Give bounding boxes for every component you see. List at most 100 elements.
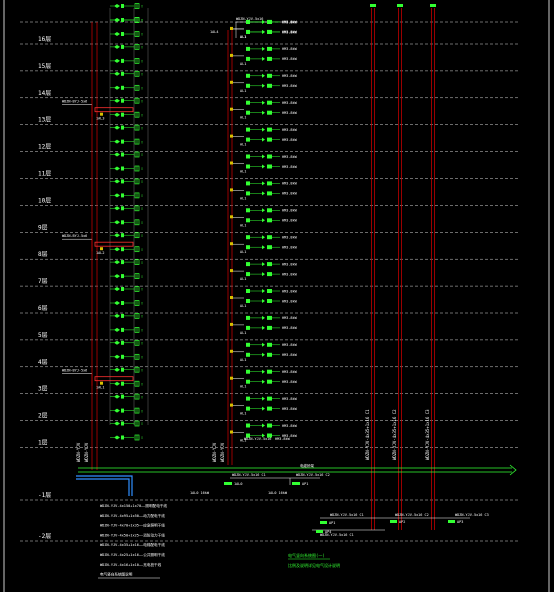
breaker-icon — [121, 98, 124, 103]
distribution-box-icon — [267, 396, 272, 401]
meter-box-icon — [114, 179, 120, 184]
breaker-icon — [121, 4, 124, 8]
breaker-icon — [230, 269, 233, 273]
distribution-box-icon — [267, 56, 272, 61]
distribution-box-icon — [267, 137, 272, 142]
left-floor-devices: ▯▯ — [110, 259, 143, 279]
breaker-icon — [121, 394, 124, 399]
device-label: ▯ — [141, 355, 143, 359]
middle-floor-devices: AL1 HM3.8kW HM3.8kW — [230, 342, 298, 362]
device-label: ▯ — [141, 45, 143, 49]
breaker-icon — [262, 245, 265, 250]
meter-box-icon — [246, 100, 250, 105]
distribution-box-icon — [292, 482, 300, 485]
meter-box-icon — [246, 245, 250, 250]
riser-label: WDZN-YJV-4x35+1x16 C2 — [392, 409, 397, 460]
meter-label: HM3.8kW — [282, 84, 298, 88]
meter-box-icon — [246, 262, 250, 267]
meter-box-icon — [114, 354, 120, 359]
device-label: ▯ — [141, 207, 143, 211]
device-label: ▯ — [141, 18, 143, 22]
distribution-box-icon — [267, 235, 272, 240]
distribution-box-icon — [267, 423, 272, 428]
breaker-icon — [121, 32, 124, 36]
box-label: 1AL4 — [210, 30, 218, 34]
legend-notes: WDZN-YJV-4x150+1x70——照明配电干线 WDZN-YJV-4x95… — [98, 503, 340, 579]
floor-label: 15层 — [38, 63, 51, 70]
breaker-icon — [230, 26, 233, 30]
left-riser-devices: ▯▯▯▯▯▯▯▯▯▯▯▯▯▯▯▯▯▯▯▯▯▯▯▯▯▯▯▯▯▯▯▯▯▯WDZN-B… — [62, 3, 143, 441]
cable-label: WDZN-YJV-5x16 C2 — [395, 513, 429, 517]
cable-label: WDZN-YJV-5x16 C1 — [232, 473, 266, 477]
breaker-icon — [262, 262, 265, 267]
cad-drawing-canvas[interactable]: 16层 15层 14层 13层 12层 11层 10层 9层 8层 7层 6层 5层 4层 3层 2层 1层 -… — [0, 0, 554, 592]
breaker-icon — [230, 188, 233, 192]
floor-label: 8层 — [38, 251, 48, 258]
breaker-icon — [262, 100, 265, 105]
meter-box-icon — [114, 206, 120, 211]
breaker-icon — [121, 327, 124, 332]
middle-floor-devices: AL1 HM3.8kW HM3.8kW — [230, 208, 298, 227]
legend-line: WDZN-YJV-4x35+1x16——电梯配电干线 — [100, 542, 165, 547]
meter-label: HM3.8kW — [282, 289, 298, 293]
box-label: AL1 — [240, 412, 246, 416]
meter-box-icon — [114, 193, 120, 198]
meter-box-icon — [114, 394, 120, 399]
breaker-icon — [230, 53, 233, 57]
breaker-icon — [121, 44, 124, 49]
meter-box-icon — [114, 408, 120, 413]
meter-label: HM3.8kW — [282, 397, 298, 401]
legend-line: WDZN-YJV-4x25+1x16——公共照明干线 — [100, 552, 165, 557]
cable-label: WDZN-YJV-5x16 C2 — [296, 473, 330, 477]
breaker-icon — [121, 435, 124, 440]
breaker-icon — [100, 381, 103, 385]
distribution-box-icon — [448, 520, 455, 523]
meter-box-icon — [114, 152, 120, 157]
meter-box-icon — [114, 421, 120, 426]
box-label: AL1 — [240, 358, 246, 362]
device-label: ▯ — [141, 126, 143, 130]
riser-lines: WDZN-YJV WDZN-YJV WDZN-YJV WDZN-YJV — [76, 8, 233, 470]
breaker-icon — [121, 260, 124, 265]
distribution-box-icon — [267, 100, 272, 105]
meter-label: HM3.8kW — [282, 57, 298, 61]
device-label: ▯ — [141, 32, 143, 36]
left-floor-devices: ▯▯ — [110, 393, 143, 414]
box-label: 1AL0 — [234, 482, 242, 486]
distribution-box-icon — [267, 289, 272, 293]
feeder-label: WDZN-YJV — [212, 442, 217, 462]
breaker-icon — [262, 235, 265, 240]
breaker-icon — [230, 430, 233, 434]
distribution-box-icon — [316, 530, 323, 533]
device-label: ▯ — [141, 436, 143, 440]
device-label: ▯ — [141, 247, 143, 251]
device-label: ▯ — [141, 72, 143, 76]
middle-floor-devices: AL1 HM3.8kW HM3.8kW — [230, 181, 298, 200]
middle-floor-devices: AL1 HM3.8kW HM3.8kW — [230, 127, 298, 147]
box-label: AL1 — [240, 196, 246, 200]
device-label: ▯ — [141, 140, 143, 144]
meter-box-icon — [246, 164, 250, 169]
feeder-label: WDZN-BYJ-5x6 — [62, 100, 87, 104]
distribution-box-icon — [267, 191, 272, 196]
meter-label: HM3.8kW — [282, 370, 298, 374]
legend-line: WDZN-YJV-4x16+1x10——充电桩干线 — [100, 562, 162, 567]
busbar-label: 电缆桥架 — [300, 463, 314, 468]
meter-label: HM3.8kW — [282, 272, 298, 276]
breaker-icon — [230, 322, 233, 326]
box-label: AL1 — [240, 331, 246, 335]
middle-floor-devices: AL1 HM3.8kW HM3.8kW — [230, 100, 298, 120]
meter-label: HM3.8kW — [282, 219, 298, 223]
breaker-icon — [262, 191, 265, 196]
breaker-icon — [121, 421, 124, 426]
distribution-box-icon — [267, 406, 272, 411]
meter-box-icon — [114, 166, 120, 171]
floor-label: 16层 — [38, 36, 51, 43]
meter-label: HM3.8kW — [282, 165, 298, 169]
distribution-box-icon — [267, 379, 272, 384]
breaker-icon — [262, 137, 265, 142]
device-label: ▯ — [141, 395, 143, 399]
meter-box-icon — [114, 85, 120, 90]
title-text: 电气竖向系统图(一) — [288, 552, 325, 558]
meter-box-icon — [246, 127, 250, 132]
